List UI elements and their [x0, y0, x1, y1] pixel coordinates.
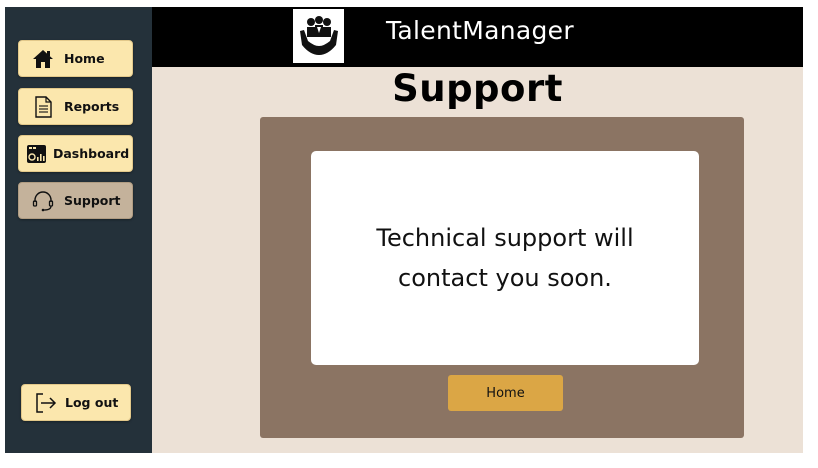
support-panel: Technical support will contact you soon.… — [260, 117, 744, 438]
sidebar-item-dashboard[interactable]: Dashboard — [18, 135, 133, 172]
sidebar: Home Reports Dashboard Support Log out — [5, 7, 152, 453]
app-title: TalentManager — [386, 16, 574, 45]
top-header: TalentManager — [152, 7, 803, 67]
logout-icon — [35, 392, 57, 414]
team-logo-icon — [293, 9, 344, 63]
sidebar-item-reports[interactable]: Reports — [18, 88, 133, 125]
dashboard-icon — [25, 143, 47, 165]
logout-button[interactable]: Log out — [21, 384, 131, 421]
home-button[interactable]: Home — [448, 375, 563, 411]
sidebar-item-label: Dashboard — [53, 146, 130, 161]
document-icon — [32, 95, 54, 118]
house-icon — [32, 48, 54, 70]
sidebar-item-label: Support — [64, 193, 121, 208]
page-title: Support — [392, 67, 563, 110]
sidebar-item-label: Reports — [64, 99, 120, 114]
sidebar-item-support[interactable]: Support — [18, 182, 133, 219]
sidebar-item-label: Home — [64, 51, 105, 66]
app-window: Home Reports Dashboard Support Log out T… — [5, 7, 803, 453]
message-box: Technical support will contact you soon. — [311, 151, 699, 365]
headset-icon — [32, 190, 54, 212]
support-message: Technical support will contact you soon. — [376, 224, 634, 292]
sidebar-item-home[interactable]: Home — [18, 40, 133, 77]
logout-label: Log out — [65, 395, 119, 410]
